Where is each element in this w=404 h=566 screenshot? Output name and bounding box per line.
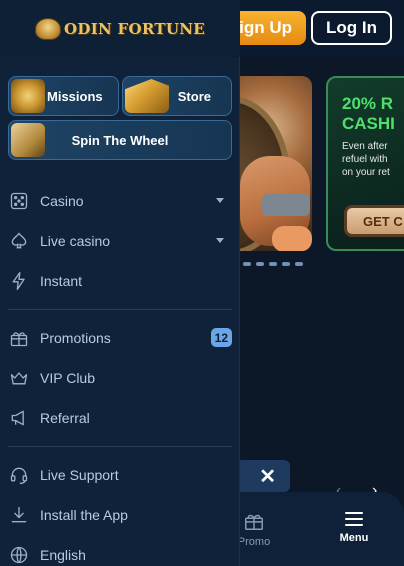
brand-wordmark: ODIN FORTUNE bbox=[64, 19, 205, 38]
globe-icon bbox=[8, 544, 30, 566]
menu-item-install-app[interactable]: Install the App bbox=[8, 500, 232, 530]
viking-helmet-icon bbox=[35, 17, 62, 40]
menu-item-language[interactable]: English bbox=[8, 540, 232, 566]
menu-divider bbox=[8, 309, 232, 310]
headset-icon bbox=[8, 464, 30, 486]
menu-item-label: Referral bbox=[40, 410, 90, 426]
menu-item-label: Live casino bbox=[40, 233, 111, 249]
promo-title-line2: CASHI bbox=[342, 114, 395, 133]
treasure-chest-icon bbox=[11, 123, 45, 157]
menu-item-live-casino[interactable]: Live casino bbox=[8, 226, 232, 256]
close-icon[interactable]: ✕ bbox=[259, 464, 276, 489]
promo-cta-button[interactable]: GET C bbox=[344, 205, 404, 237]
nav-promo-label: Promo bbox=[237, 536, 271, 548]
side-drawer: ODIN FORTUNE Missions Store Spin The Whe… bbox=[0, 0, 240, 566]
brand-logo[interactable]: ODIN FORTUNE bbox=[35, 17, 205, 40]
carousel-dot[interactable] bbox=[282, 262, 290, 266]
nav-item-menu[interactable]: Menu bbox=[332, 512, 376, 544]
download-icon bbox=[8, 504, 30, 526]
page-content-area bbox=[240, 272, 404, 462]
menu-item-label: Instant bbox=[40, 273, 83, 289]
missions-tile[interactable]: Missions bbox=[8, 76, 119, 116]
crown-icon bbox=[8, 367, 30, 389]
promo-body-line: Even after bbox=[342, 141, 388, 152]
carousel-dot[interactable] bbox=[243, 262, 251, 266]
hamburger-icon bbox=[345, 512, 363, 526]
card-suit-icon bbox=[8, 230, 30, 252]
chevron-down-icon bbox=[216, 198, 224, 203]
menu-item-casino[interactable]: Casino bbox=[8, 186, 232, 216]
carousel-dots bbox=[243, 262, 303, 266]
promo-body-line: on your ret bbox=[342, 167, 390, 178]
menu-item-instant[interactable]: Instant bbox=[8, 266, 232, 296]
dice-icon bbox=[8, 190, 30, 212]
viking-armband-art bbox=[262, 194, 310, 216]
carousel-dot[interactable] bbox=[256, 262, 264, 266]
promo-body: Even after refuel with on your ret bbox=[342, 140, 404, 179]
bottom-navigation: Promo Menu bbox=[226, 492, 404, 566]
menu-item-label: Install the App bbox=[40, 507, 128, 523]
menu-item-label: English bbox=[40, 547, 86, 563]
gold-bars-icon bbox=[125, 79, 169, 113]
menu-item-label: Promotions bbox=[40, 330, 111, 346]
megaphone-icon bbox=[8, 407, 30, 429]
app-screen: Sign Up Log In 20% R CASHI Even after re… bbox=[0, 0, 404, 566]
missions-label: Missions bbox=[47, 88, 103, 104]
nav-item-promo[interactable]: Promo bbox=[234, 510, 274, 548]
promo-title-line1: 20% R bbox=[342, 94, 394, 113]
nav-menu-label: Menu bbox=[339, 532, 369, 544]
menu-item-label: VIP Club bbox=[40, 370, 95, 386]
menu-item-promotions[interactable]: Promotions 12 bbox=[8, 323, 232, 353]
menu-item-live-support[interactable]: Live Support bbox=[8, 460, 232, 490]
menu-item-label: Live Support bbox=[40, 467, 119, 483]
gift-icon bbox=[245, 514, 263, 530]
gift-icon bbox=[8, 327, 30, 349]
carousel-dot[interactable] bbox=[295, 262, 303, 266]
promo-body-line: refuel with bbox=[342, 154, 388, 165]
chevron-down-icon bbox=[216, 238, 224, 243]
spin-wheel-tile[interactable]: Spin The Wheel bbox=[8, 120, 232, 160]
hero-slide-cashback[interactable]: 20% R CASHI Even after refuel with on yo… bbox=[326, 76, 404, 251]
login-button[interactable]: Log In bbox=[311, 11, 392, 45]
carousel-dot[interactable] bbox=[269, 262, 277, 266]
spin-wheel-label: Spin The Wheel bbox=[71, 132, 169, 148]
lightning-icon bbox=[8, 270, 30, 292]
drawer-header: ODIN FORTUNE bbox=[0, 0, 240, 57]
menu-divider bbox=[8, 446, 232, 447]
menu-item-referral[interactable]: Referral bbox=[8, 403, 232, 433]
store-label: Store bbox=[177, 88, 211, 104]
toast-notification: ✕ bbox=[236, 460, 290, 492]
promotions-count-badge: 12 bbox=[210, 328, 232, 347]
menu-item-vip-club[interactable]: VIP Club bbox=[8, 363, 232, 393]
menu-item-label: Casino bbox=[40, 193, 84, 209]
viking-hand-art bbox=[272, 226, 312, 251]
store-tile[interactable]: Store bbox=[122, 76, 232, 116]
missions-icon bbox=[11, 79, 45, 113]
